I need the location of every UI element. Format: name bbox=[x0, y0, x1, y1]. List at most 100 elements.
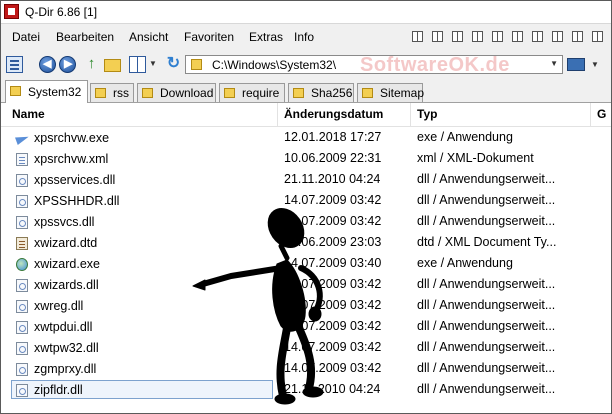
tab-label: rss bbox=[113, 86, 129, 100]
name-cell[interactable]: zipfldr.dll bbox=[11, 380, 273, 399]
tab-download[interactable]: Download bbox=[137, 83, 216, 102]
name-cell[interactable]: xwizard.exe bbox=[11, 254, 273, 273]
layout-4-icon[interactable] bbox=[472, 31, 483, 42]
grid-view-icon[interactable] bbox=[129, 56, 146, 73]
list-item[interactable]: xpsrchvw.xml 10.06.2009 22:31 xml / XML-… bbox=[1, 148, 611, 169]
file-name: xpssvcs.dll bbox=[34, 215, 95, 229]
file-type: dll / Anwendungserweit... bbox=[417, 193, 556, 207]
list-item-selected[interactable]: zipfldr.dll 21.11.2010 04:24 dll / Anwen… bbox=[1, 379, 611, 400]
file-name: xwizard.exe bbox=[34, 257, 100, 271]
layout-10-icon[interactable] bbox=[592, 31, 603, 42]
menu-info[interactable]: Info bbox=[294, 30, 314, 44]
app-window: Q-Dir 6.86 [1] Datei Bearbeiten Ansicht … bbox=[0, 0, 612, 414]
xml-file-icon bbox=[16, 153, 28, 166]
view-icon[interactable] bbox=[6, 56, 23, 73]
layout-6-icon[interactable] bbox=[512, 31, 523, 42]
file-date: 14.07.2009 03:40 bbox=[284, 256, 382, 270]
file-date: 14.07.2009 03:42 bbox=[284, 193, 382, 207]
file-date: 12.01.2018 17:27 bbox=[284, 130, 382, 144]
name-cell[interactable]: xpsservices.dll bbox=[11, 170, 273, 189]
menu-extras[interactable]: Extras bbox=[249, 30, 283, 44]
menu-favoriten[interactable]: Favoriten bbox=[184, 30, 234, 44]
dtd-file-icon bbox=[16, 237, 28, 250]
window-title: Q-Dir 6.86 [1] bbox=[25, 5, 98, 19]
folder-icon bbox=[293, 88, 304, 98]
layout-7-icon[interactable] bbox=[532, 31, 543, 42]
folder-icon bbox=[191, 59, 202, 70]
file-name: xwreg.dll bbox=[34, 299, 84, 313]
column-header-size[interactable]: G bbox=[597, 107, 606, 121]
file-type: exe / Anwendung bbox=[417, 256, 513, 270]
layout-2-icon[interactable] bbox=[432, 31, 443, 42]
dll-file-icon bbox=[16, 195, 28, 208]
name-cell[interactable]: xwtpdui.dll bbox=[11, 317, 273, 336]
tab-sha256[interactable]: Sha256 bbox=[288, 83, 354, 102]
file-list: Name Änderungsdatum Typ G xpsrchvw.exe 1… bbox=[1, 103, 611, 413]
list-item[interactable]: xwreg.dll 14.07.2009 03:42 dll / Anwendu… bbox=[1, 295, 611, 316]
layout-9-icon[interactable] bbox=[572, 31, 583, 42]
file-type: exe / Anwendung bbox=[417, 130, 513, 144]
folder-icon[interactable] bbox=[104, 59, 121, 72]
title-bar: Q-Dir 6.86 [1] bbox=[1, 1, 611, 24]
dll-file-icon bbox=[16, 300, 28, 313]
menu-ansicht[interactable]: Ansicht bbox=[129, 30, 168, 44]
dll-file-icon bbox=[16, 279, 28, 292]
name-cell[interactable]: zgmprxy.dll bbox=[11, 359, 273, 378]
layout-5-icon[interactable] bbox=[492, 31, 503, 42]
forward-icon[interactable] bbox=[59, 56, 76, 73]
name-cell[interactable]: xpsrchvw.exe bbox=[11, 128, 273, 147]
chevron-down-icon[interactable]: ▼ bbox=[591, 60, 599, 69]
file-date: 14.07.2009 03:42 bbox=[284, 298, 382, 312]
list-item[interactable]: xwizards.dll 14.07.2009 03:42 dll / Anwe… bbox=[1, 274, 611, 295]
layout-3-icon[interactable] bbox=[452, 31, 463, 42]
back-icon[interactable] bbox=[39, 56, 56, 73]
folder-icon bbox=[10, 86, 21, 96]
name-cell[interactable]: xwizard.dtd bbox=[11, 233, 273, 252]
name-cell[interactable]: xwtpw32.dll bbox=[11, 338, 273, 357]
list-item[interactable]: xwizard.exe 14.07.2009 03:40 exe / Anwen… bbox=[1, 253, 611, 274]
column-divider[interactable] bbox=[410, 103, 411, 126]
file-name: xpsrchvw.exe bbox=[34, 131, 110, 145]
file-name: zipfldr.dll bbox=[34, 383, 83, 397]
menu-bearbeiten[interactable]: Bearbeiten bbox=[56, 30, 114, 44]
column-header-type[interactable]: Typ bbox=[417, 107, 437, 121]
monitor-icon[interactable] bbox=[567, 58, 585, 71]
tab-system32[interactable]: System32 bbox=[5, 80, 88, 103]
file-type: dll / Anwendungserweit... bbox=[417, 298, 556, 312]
chevron-down-icon[interactable]: ▼ bbox=[149, 59, 157, 68]
column-header-date[interactable]: Änderungsdatum bbox=[284, 107, 383, 121]
executable-icon bbox=[16, 132, 28, 145]
list-item[interactable]: zgmprxy.dll 14.07.2009 03:42 dll / Anwen… bbox=[1, 358, 611, 379]
layout-1-icon[interactable] bbox=[412, 31, 423, 42]
column-header-name[interactable]: Name bbox=[12, 107, 45, 121]
name-cell[interactable]: xpsrchvw.xml bbox=[11, 149, 273, 168]
list-item[interactable]: xpsrchvw.exe 12.01.2018 17:27 exe / Anwe… bbox=[1, 127, 611, 148]
file-name: xwtpw32.dll bbox=[34, 341, 99, 355]
list-item[interactable]: xpsservices.dll 21.11.2010 04:24 dll / A… bbox=[1, 169, 611, 190]
list-item[interactable]: xwizard.dtd 10.06.2009 23:03 dtd / XML D… bbox=[1, 232, 611, 253]
tab-require[interactable]: require bbox=[219, 83, 285, 102]
column-divider[interactable] bbox=[277, 103, 278, 126]
tab-rss[interactable]: rss bbox=[90, 83, 134, 102]
file-type: xml / XML-Dokument bbox=[417, 151, 534, 165]
column-divider[interactable] bbox=[590, 103, 591, 126]
refresh-icon[interactable]: ↻ bbox=[165, 56, 182, 73]
file-name: XPSSHHDR.dll bbox=[34, 194, 120, 208]
name-cell[interactable]: XPSSHHDR.dll bbox=[11, 191, 273, 210]
list-item[interactable]: xwtpw32.dll 14.07.2009 03:42 dll / Anwen… bbox=[1, 337, 611, 358]
address-text[interactable]: C:\Windows\System32\ bbox=[212, 58, 336, 72]
dll-file-icon bbox=[16, 321, 28, 334]
list-item[interactable]: xpssvcs.dll 14.07.2009 03:42 dll / Anwen… bbox=[1, 211, 611, 232]
name-cell[interactable]: xpssvcs.dll bbox=[11, 212, 273, 231]
chevron-down-icon[interactable]: ▼ bbox=[550, 59, 558, 68]
tab-label: Download bbox=[160, 86, 214, 100]
up-icon[interactable]: ↑ bbox=[83, 56, 100, 73]
tab-sitemap[interactable]: Sitemap bbox=[357, 83, 424, 102]
list-item[interactable]: XPSSHHDR.dll 14.07.2009 03:42 dll / Anwe… bbox=[1, 190, 611, 211]
name-cell[interactable]: xwreg.dll bbox=[11, 296, 273, 315]
name-cell[interactable]: xwizards.dll bbox=[11, 275, 273, 294]
app-icon[interactable] bbox=[4, 4, 19, 19]
list-item[interactable]: xwtpdui.dll 14.07.2009 03:42 dll / Anwen… bbox=[1, 316, 611, 337]
layout-8-icon[interactable] bbox=[552, 31, 563, 42]
menu-datei[interactable]: Datei bbox=[12, 30, 40, 44]
